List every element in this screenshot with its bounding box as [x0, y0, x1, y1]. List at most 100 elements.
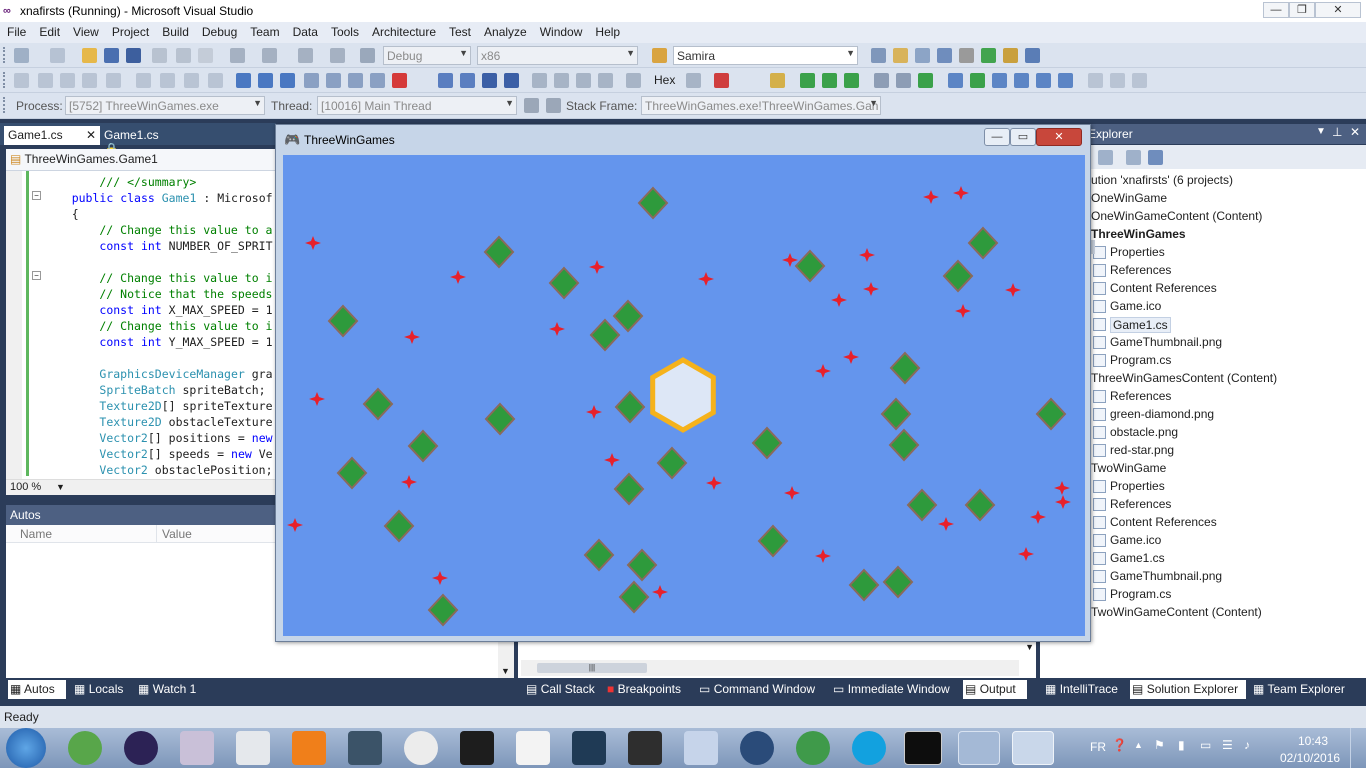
- menu-project[interactable]: Project: [105, 22, 155, 43]
- align-right-icon[interactable]: [1132, 73, 1147, 88]
- clock-date[interactable]: 02/10/2016: [1280, 751, 1340, 765]
- next-bookmark-doc-icon[interactable]: [370, 73, 385, 88]
- network-icon[interactable]: ☰: [1222, 738, 1233, 752]
- step-out-icon[interactable]: [598, 73, 613, 88]
- navigate-forward-icon[interactable]: [330, 48, 345, 63]
- save-all-icon[interactable]: [126, 48, 141, 63]
- watch-icon[interactable]: [970, 73, 985, 88]
- solution-tree-item[interactable]: GameThumbnail.png: [1110, 569, 1222, 583]
- properties-icon[interactable]: [1126, 150, 1141, 165]
- chevron-down-icon[interactable]: ▼: [501, 666, 510, 676]
- navigate-backward-icon[interactable]: [298, 48, 313, 63]
- scroll-thumb[interactable]: |||: [537, 663, 647, 673]
- maximize-button[interactable]: ❐: [1289, 2, 1315, 18]
- text-editor-icon[interactable]: [14, 73, 29, 88]
- game-canvas[interactable]: [283, 155, 1085, 636]
- tab-autos[interactable]: ▦ Autos: [8, 680, 66, 699]
- solution-tree-item[interactable]: OneWinGame: [1091, 191, 1167, 205]
- quick-watch-icon[interactable]: [626, 73, 641, 88]
- tab-team-explorer[interactable]: ▦ Team Explorer: [1251, 680, 1351, 699]
- call-stack-icon[interactable]: [1058, 73, 1073, 88]
- new-project-icon[interactable]: [14, 48, 29, 63]
- solution-tree-item[interactable]: Game1.cs: [1110, 317, 1171, 333]
- menu-test[interactable]: Test: [442, 22, 477, 43]
- modules-icon[interactable]: [874, 73, 889, 88]
- tab-call-stack[interactable]: ▤ Call Stack: [524, 680, 598, 699]
- solution-tree-item[interactable]: obstacle.png: [1110, 425, 1178, 439]
- visual-studio-task-icon[interactable]: [958, 731, 1000, 765]
- solution-tree-item[interactable]: Game1.cs: [1110, 551, 1165, 565]
- align-left-icon[interactable]: [1088, 73, 1103, 88]
- solution-tree-item[interactable]: Properties: [1110, 245, 1165, 259]
- menu-analyze[interactable]: Analyze: [477, 22, 533, 43]
- tab-intellitrace[interactable]: ▦ IntelliTrace: [1043, 680, 1127, 699]
- paste-icon[interactable]: [198, 48, 213, 63]
- next-bookmark-folder-icon[interactable]: [326, 73, 341, 88]
- solution-tree-item[interactable]: ution 'xnafirsts' (6 projects): [1091, 173, 1233, 187]
- open-file-icon[interactable]: [82, 48, 97, 63]
- disassembly-icon[interactable]: [1036, 73, 1051, 88]
- solution-tree-item[interactable]: green-diamond.png: [1110, 407, 1214, 421]
- solution-tree-item[interactable]: TwoWinGame: [1091, 461, 1166, 475]
- close-button[interactable]: ✕: [1315, 2, 1361, 18]
- cut-icon[interactable]: [152, 48, 167, 63]
- solution-tree-item[interactable]: References: [1110, 497, 1171, 511]
- prev-bookmark-folder-icon[interactable]: [304, 73, 319, 88]
- output-hscroll[interactable]: |||: [521, 660, 1019, 676]
- spring-tool-icon[interactable]: [68, 731, 102, 765]
- prev-bookmark-icon[interactable]: [258, 73, 273, 88]
- column-value[interactable]: Value: [162, 527, 192, 541]
- menu-debug[interactable]: Debug: [195, 22, 243, 43]
- menu-file[interactable]: File: [0, 22, 32, 43]
- solution-tree-item[interactable]: GameThumbnail.png: [1110, 335, 1222, 349]
- find-in-files-icon[interactable]: [652, 48, 667, 63]
- locals-icon[interactable]: [948, 73, 963, 88]
- tools-icon[interactable]: [959, 48, 974, 63]
- solution-tree-item[interactable]: TwoWinGameContent (Content): [1091, 605, 1262, 619]
- comment-icon[interactable]: [160, 73, 175, 88]
- collapse-icon[interactable]: −: [32, 271, 41, 280]
- breakpoint-menu-icon[interactable]: [714, 73, 729, 88]
- tab-locals[interactable]: ▦ Locals: [72, 680, 132, 699]
- cmd-icon[interactable]: [904, 731, 942, 765]
- game-maximize-button[interactable]: ▭: [1010, 128, 1036, 146]
- game-window[interactable]: 🎮 ThreeWinGames — ▭ ✕: [275, 124, 1091, 642]
- indent-icon[interactable]: [136, 73, 151, 88]
- start-button[interactable]: [6, 728, 46, 768]
- menu-team[interactable]: Team: [243, 22, 285, 43]
- flag-thread-icon[interactable]: [524, 98, 539, 113]
- tab-breakpoints[interactable]: ■ Breakpoints: [605, 680, 691, 699]
- uncomment-icon[interactable]: [184, 73, 199, 88]
- tab-immediate-window[interactable]: ▭ Immediate Window: [831, 680, 959, 699]
- dropdown-arrow-icon[interactable]: ▼: [1316, 126, 1326, 137]
- redo-icon[interactable]: [262, 48, 277, 63]
- class-diagram-icon[interactable]: [1148, 150, 1163, 165]
- clock-time[interactable]: 10:43: [1298, 734, 1328, 748]
- refresh-icon[interactable]: [1098, 150, 1113, 165]
- tab-watch1[interactable]: ▦ Watch 1: [136, 680, 204, 699]
- start-debugging-icon[interactable]: [360, 48, 375, 63]
- solution-tree-item[interactable]: Properties: [1110, 479, 1165, 493]
- tab-game1-cs-other[interactable]: Game1.cs 🔒: [100, 126, 176, 156]
- toolbox-icon[interactable]: [937, 48, 952, 63]
- game-minimize-button[interactable]: —: [984, 128, 1010, 146]
- signal-icon[interactable]: ▮: [1178, 738, 1185, 752]
- solution-icon[interactable]: [770, 73, 785, 88]
- eclipse-icon[interactable]: [124, 731, 158, 765]
- prev-bookmark-doc-icon[interactable]: [348, 73, 363, 88]
- close-tab-icon[interactable]: ✕: [86, 128, 96, 142]
- solution-tree-item[interactable]: Program.cs: [1110, 353, 1171, 367]
- find-combo[interactable]: Samira ▼: [673, 46, 858, 65]
- pin-icon[interactable]: ⊥: [1332, 125, 1342, 139]
- battery-icon[interactable]: ▭: [1200, 738, 1211, 752]
- navigation-bar[interactable]: ▤ ThreeWinGames.Game1: [6, 149, 276, 171]
- chevron-down-icon[interactable]: ▼: [1025, 642, 1034, 652]
- tab-solution-explorer[interactable]: ▤ Solution Explorer: [1130, 680, 1246, 699]
- blender-like-icon[interactable]: [348, 731, 382, 765]
- menu-help[interactable]: Help: [588, 22, 626, 43]
- tray-expand-icon[interactable]: ▲: [1134, 740, 1143, 750]
- solution-tree-item[interactable]: Game.ico: [1110, 533, 1161, 547]
- solution-configuration-select[interactable]: Debug ▼: [383, 46, 471, 65]
- skype-icon[interactable]: [852, 731, 886, 765]
- memory-icon[interactable]: [992, 73, 1007, 88]
